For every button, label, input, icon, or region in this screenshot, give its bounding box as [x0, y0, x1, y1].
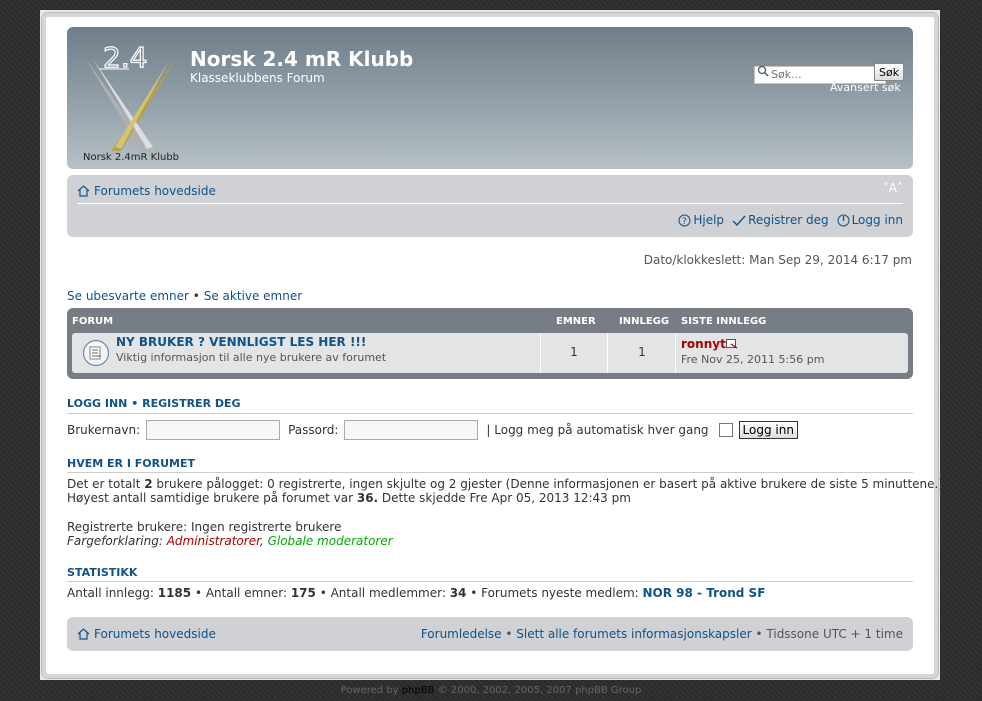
column-header-last-post: SISTE INNLEGG [681, 316, 767, 327]
topics-count: 1 [570, 345, 578, 359]
record-users-text: Høyest antall samtidige brukere på forum… [67, 491, 631, 505]
password-label: Passord: [288, 423, 339, 437]
section-divider [67, 472, 913, 473]
statistics-title: STATISTIKK [67, 566, 138, 579]
home-icon [77, 628, 90, 640]
last-post-time: Fre Nov 25, 2011 5:56 pm [681, 353, 825, 366]
breadcrumb: Forumets hovedside [77, 184, 216, 198]
team-link[interactable]: Forumledelse [421, 627, 502, 641]
login-link[interactable]: Logg inn [852, 213, 903, 227]
color-legend: Fargeforklaring: Administratorer, Global… [67, 534, 393, 548]
login-form: Brukernavn: Passord: | Logg meg på autom… [67, 420, 798, 440]
register-icon [732, 215, 746, 226]
navbar: Forumets hovedside ˅A˄ ? Hjelp Registrer… [67, 175, 913, 237]
separator: • [192, 289, 200, 303]
navbar-divider [77, 203, 903, 204]
search-icon [757, 65, 769, 77]
autologin-label: | Logg meg på automatisk hver gang [486, 423, 709, 437]
separator: • [131, 397, 139, 410]
forum-title-link[interactable]: NY BRUKER ? VENNLIGST LES HER !!! [116, 335, 366, 349]
svg-text:?: ? [682, 217, 687, 227]
view-latest-post-icon[interactable] [726, 339, 738, 349]
copyright: Powered by phpBB © 2000, 2002, 2005, 200… [340, 685, 642, 696]
forum-table: FORUM EMNER INNLEGG SISTE INNLEGG NY BRU… [67, 308, 913, 379]
footer-home-link[interactable]: Forumets hovedside [94, 627, 216, 641]
column-header-forum: FORUM [72, 316, 114, 327]
column-divider [675, 333, 676, 373]
active-topics-link[interactable]: Se aktive emner [204, 289, 302, 303]
user-links: ? Hjelp Registrer deg Logg inn [678, 213, 903, 227]
site-description: Klasseklubbens Forum [190, 71, 325, 85]
forum-home-link[interactable]: Forumets hovedside [94, 184, 216, 198]
statistics-text: Antall innlegg: 1185 • Antall emner: 175… [67, 586, 766, 600]
username-input[interactable] [146, 420, 281, 440]
username-label: Brukernavn: [67, 423, 141, 437]
legend-mods-link[interactable]: Globale moderatorer [268, 534, 393, 548]
home-icon [77, 185, 90, 197]
footer-breadcrumb: Forumets hovedside [77, 627, 216, 641]
column-divider [540, 333, 541, 373]
header: 2.4 Norsk 2.4mR Klubb Norsk 2.4 mR Klubb… [67, 27, 913, 169]
table-row: NY BRUKER ? VENNLIGST LES HER !!! Viktig… [72, 333, 908, 373]
password-input[interactable] [344, 420, 479, 440]
register-link[interactable]: Registrer deg [748, 213, 829, 227]
help-icon: ? [678, 214, 691, 227]
font-size-control[interactable]: ˅A˄ [883, 181, 903, 195]
autologin-checkbox[interactable] [718, 423, 733, 437]
column-divider [607, 333, 608, 373]
registered-users-text: Registrerte brukere: Ingen registrerte b… [67, 520, 342, 534]
advanced-search-link[interactable]: Avansert søk [830, 81, 901, 94]
forum-read-icon [82, 339, 110, 367]
font-size-label: A [888, 181, 897, 195]
current-datetime: Dato/klokkeslett: Man Sep 29, 2014 6:17 … [643, 253, 912, 267]
legend-admin-link[interactable]: Administratorer [167, 534, 260, 548]
site-logo[interactable]: 2.4 Norsk 2.4mR Klubb [81, 39, 181, 165]
newest-member-link[interactable]: NOR 98 - Trond SF [643, 586, 766, 600]
column-header-posts: INNLEGG [619, 316, 670, 327]
unanswered-topics-link[interactable]: Se ubesvarte emner [67, 289, 189, 303]
phpbb-link[interactable]: phpBB [402, 685, 435, 696]
footer-links: Forumledelse • Slett alle forumets infor… [420, 627, 904, 641]
register-title-link[interactable]: REGISTRER DEG [142, 397, 241, 410]
posts-count: 1 [638, 345, 646, 359]
timezone-text: • Tidssone UTC + 1 time [751, 627, 904, 641]
section-divider [67, 581, 913, 582]
login-button[interactable]: Logg inn [738, 421, 798, 439]
login-title-link[interactable]: LOGG INN [67, 397, 127, 410]
online-users-text: Det er totalt 2 brukere pålogget: 0 regi… [67, 477, 944, 491]
footer-navbar: Forumets hovedside Forumledelse • Slett … [67, 617, 913, 651]
login-icon [837, 214, 850, 226]
login-section-title: LOGG INN • REGISTRER DEG [67, 397, 241, 410]
forum-description: Viktig informasjon til alle nye brukere … [116, 351, 387, 364]
chevron-up-icon: ˄ [897, 181, 903, 195]
section-divider [67, 413, 913, 414]
column-header-topics: EMNER [556, 316, 596, 327]
who-is-online-title[interactable]: HVEM ER I FORUMET [67, 457, 195, 470]
last-post-author[interactable]: ronnyt [681, 337, 726, 351]
site-title[interactable]: Norsk 2.4 mR Klubb [190, 47, 413, 71]
logo-caption: Norsk 2.4mR Klubb [83, 152, 179, 163]
search-button[interactable]: Søk [874, 63, 905, 81]
quick-links: Se ubesvarte emner • Se aktive emner [67, 289, 302, 303]
help-link[interactable]: Hjelp [693, 213, 724, 227]
delete-cookies-link[interactable]: Slett alle forumets informasjonskapsler [516, 627, 751, 641]
